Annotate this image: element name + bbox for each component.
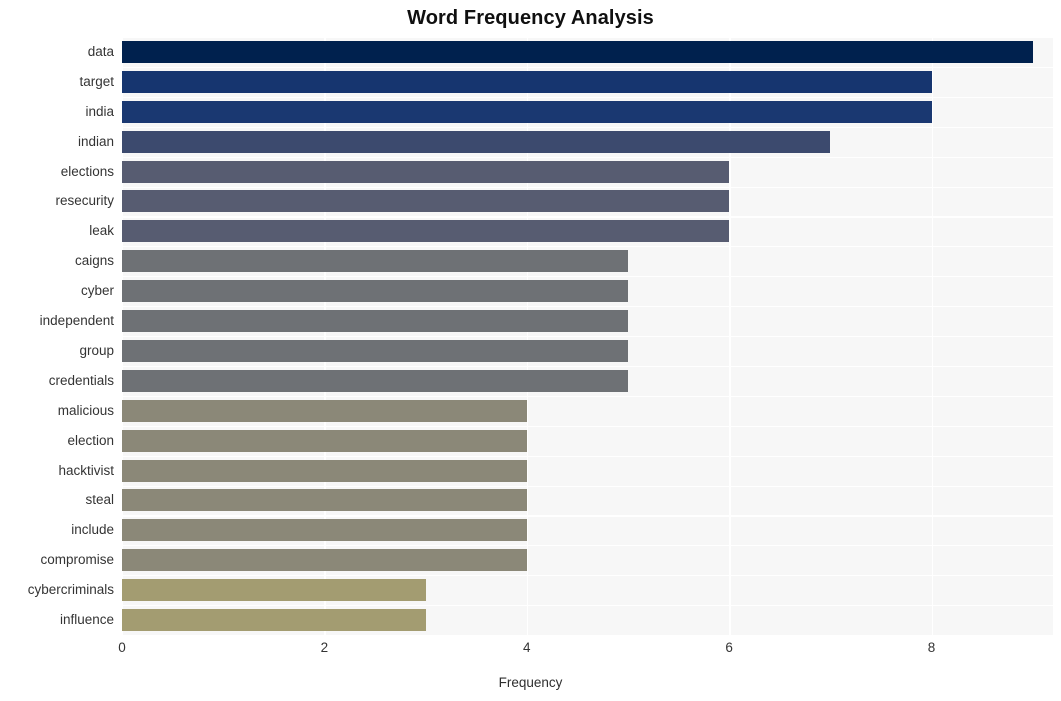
x-axis-tick: 6 <box>725 640 733 655</box>
bar[interactable] <box>122 579 426 602</box>
horizontal-gridline <box>122 306 1053 308</box>
bar[interactable] <box>122 100 932 123</box>
y-axis-label: caigns <box>74 253 114 269</box>
vertical-gridline <box>931 37 933 635</box>
bar[interactable] <box>122 220 730 243</box>
bar[interactable] <box>122 250 628 273</box>
vertical-gridline <box>122 37 124 635</box>
y-axis-label: data <box>87 43 114 59</box>
y-axis-label: cybercriminals <box>27 582 114 598</box>
y-axis-label: elections <box>60 163 114 179</box>
horizontal-gridline <box>122 126 1053 128</box>
y-axis-label: cyber <box>80 283 114 299</box>
horizontal-gridline <box>122 365 1053 368</box>
y-axis-label: compromise <box>40 552 114 568</box>
vertical-gridline <box>324 37 326 635</box>
y-axis-label: leak <box>89 223 114 239</box>
bar[interactable] <box>122 160 730 183</box>
y-axis-label: group <box>79 342 114 358</box>
bar[interactable] <box>122 549 527 572</box>
x-axis-tick: 2 <box>320 640 329 655</box>
bar[interactable] <box>122 280 628 303</box>
vertical-gridline <box>526 37 529 635</box>
horizontal-gridline <box>122 186 1053 188</box>
x-axis-tick: 8 <box>927 640 936 655</box>
y-axis-label: credentials <box>48 372 114 388</box>
bar[interactable] <box>122 339 628 362</box>
bar[interactable] <box>122 310 628 333</box>
x-axis-title: Frequency <box>498 675 563 690</box>
bar[interactable] <box>122 190 730 213</box>
horizontal-gridline <box>122 336 1053 338</box>
horizontal-gridline <box>122 515 1053 517</box>
chart-title: Word Frequency Analysis <box>407 7 654 29</box>
horizontal-gridline <box>122 605 1053 607</box>
x-axis-tick-labels: 0 2 4 6 8 <box>0 639 1061 661</box>
bar[interactable] <box>122 609 426 632</box>
horizontal-gridline <box>122 216 1053 218</box>
y-axis-label: include <box>71 522 114 538</box>
bar[interactable] <box>122 399 527 422</box>
horizontal-gridline <box>122 575 1053 577</box>
y-axis-label: hacktivist <box>58 462 114 478</box>
horizontal-gridline <box>122 455 1053 457</box>
vertical-gridline <box>729 37 731 635</box>
x-axis-tick: 4 <box>523 640 531 655</box>
y-axis-label: election <box>67 432 114 448</box>
horizontal-gridline <box>122 425 1053 427</box>
y-axis-label: steal <box>85 492 114 508</box>
horizontal-gridline <box>122 37 1053 39</box>
bar[interactable] <box>122 369 628 392</box>
y-axis-label: target <box>79 73 114 89</box>
word-frequency-chart: Word Frequency Analysis data target india i… <box>0 0 1061 701</box>
horizontal-gridline <box>122 246 1053 248</box>
horizontal-gridline <box>122 66 1053 69</box>
bar[interactable] <box>122 70 932 93</box>
bar[interactable] <box>122 459 527 482</box>
y-axis-label: india <box>85 103 114 119</box>
y-axis-label: indian <box>77 133 114 149</box>
y-axis-label: influence <box>59 612 114 628</box>
bar[interactable] <box>122 40 1033 63</box>
y-axis-label: resecurity <box>55 193 114 209</box>
bar[interactable] <box>122 519 527 542</box>
y-axis-label: independent <box>39 313 114 329</box>
bar[interactable] <box>122 130 831 153</box>
plot-area <box>122 37 1053 635</box>
y-axis-label: malicious <box>57 402 114 418</box>
bar[interactable] <box>122 489 527 512</box>
horizontal-gridline <box>122 96 1053 98</box>
horizontal-gridline <box>122 276 1053 278</box>
horizontal-gridline <box>122 485 1053 487</box>
horizontal-gridline <box>122 395 1053 397</box>
horizontal-gridline <box>122 156 1053 158</box>
horizontal-gridline <box>122 545 1053 547</box>
y-axis-labels: data target india indian elections resecurity… <box>0 37 114 635</box>
bar[interactable] <box>122 429 527 452</box>
x-axis-tick: 0 <box>118 640 126 655</box>
